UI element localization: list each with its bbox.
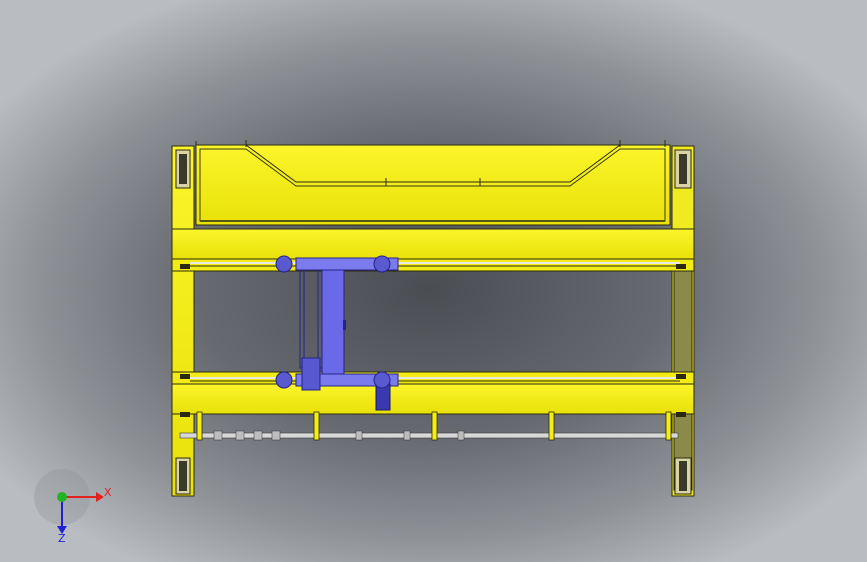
drive-shaft bbox=[179, 411, 679, 441]
coordinate-triad bbox=[34, 469, 104, 534]
graphics-viewport[interactable]: X Z bbox=[0, 0, 867, 562]
upper-girder bbox=[195, 140, 671, 226]
crane-model[interactable] bbox=[0, 0, 867, 562]
z-axis-label: Z bbox=[58, 532, 66, 545]
right-end-truck bbox=[671, 145, 695, 497]
left-end-truck bbox=[171, 145, 195, 497]
main-beam-bottom bbox=[171, 371, 695, 415]
main-beam-top bbox=[171, 228, 695, 272]
x-axis-label: X bbox=[104, 486, 112, 499]
